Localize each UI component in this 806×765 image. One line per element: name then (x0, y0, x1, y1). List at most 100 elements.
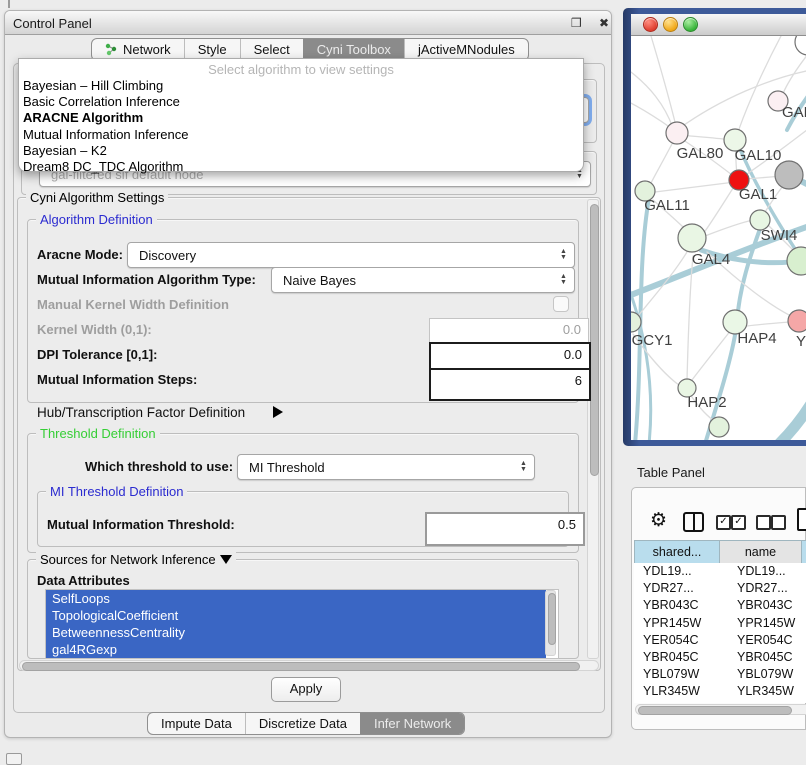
table-row[interactable]: YBR045C YBR045C 9. (634, 649, 806, 666)
table-columns-icon[interactable] (683, 512, 704, 532)
dropdown-item[interactable]: Bayesian – Hill Climbing (19, 78, 583, 94)
data-attribute-item[interactable]: gal4RGexp (46, 641, 546, 658)
network-graph[interactable]: GAL80GAL10GALGAL1GAL11SWI4GAL4GCY1HAP4YH… (631, 36, 806, 440)
network-edge[interactable] (631, 100, 671, 128)
dropdown-item[interactable]: ARACNE Algorithm (19, 110, 583, 126)
table-settings-gear-icon[interactable]: ⚙ (650, 509, 667, 532)
node-label: GAL1 (739, 186, 777, 203)
tab-infer-network[interactable]: Infer Network (360, 713, 464, 734)
network-window-titlebar[interactable] (631, 14, 806, 36)
network-edge[interactable] (705, 220, 753, 236)
node-unlabeled-top-right[interactable] (795, 36, 806, 55)
aracne-mode-label: Aracne Mode: (37, 247, 123, 262)
node-label: GAL11 (644, 197, 690, 214)
zoom-traffic-light[interactable] (683, 17, 698, 32)
minimize-traffic-light[interactable] (663, 17, 678, 32)
node-label: HAP2 (687, 394, 726, 411)
node-label: HAP4 (737, 330, 776, 347)
node-gal4[interactable] (678, 224, 706, 252)
kernel-width-label: Kernel Width (0,1): (37, 322, 152, 337)
network-canvas[interactable]: GAL80GAL10GALGAL1GAL11SWI4GAL4GCY1HAP4YH… (631, 36, 806, 440)
close-traffic-light[interactable] (643, 17, 658, 32)
float-window-icon[interactable]: ❒ (571, 17, 582, 29)
network-edge[interactable] (655, 182, 735, 192)
node-bottom-green[interactable] (709, 417, 729, 437)
which-threshold-combo[interactable]: MI Threshold ▲▼ (237, 454, 535, 480)
table-row[interactable]: YPR145W YPR145W 9. (634, 615, 806, 632)
table-row[interactable]: YER054C YER054C 8. (634, 632, 806, 649)
apply-button[interactable]: Apply (271, 677, 341, 702)
node-gray[interactable] (775, 161, 803, 189)
data-attribute-item[interactable]: BetweennessCentrality (46, 624, 546, 641)
table-panel: ⚙ ✓ ✓ shared... name A YDL19... YDL19...… (631, 487, 806, 730)
column-header-extra[interactable]: A (802, 540, 806, 564)
mi-algorithm-type-combo[interactable]: Naive Bayes ▲▼ (271, 267, 575, 293)
table-row[interactable]: YBL079W YBL079W (634, 666, 806, 683)
dropdown-item[interactable]: Bayesian – K2 (19, 143, 583, 159)
top-left-handle (8, 0, 10, 8)
network-edge[interactable] (738, 36, 781, 132)
table-row[interactable]: YIL052C YIL052C 9 (634, 701, 806, 704)
dropdown-item[interactable]: Basic Correlation Inference (19, 94, 583, 110)
data-attributes-list[interactable]: SelfLoops TopologicalCoefficient Between… (45, 589, 559, 659)
settings-vscrollbar-thumb[interactable] (590, 204, 599, 476)
table-hscrollbar-thumb[interactable] (638, 706, 792, 715)
data-attribute-item[interactable]: SelfLoops (46, 590, 546, 607)
settings-hscrollbar[interactable] (19, 660, 599, 671)
settings-hscrollbar-thumb[interactable] (22, 662, 580, 671)
dropdown-prompt: Select algorithm to view settings (19, 59, 583, 78)
column-header-name[interactable]: name (720, 540, 802, 564)
data-attribute-item[interactable]: TopologicalCoefficient (46, 607, 546, 624)
mi-threshold-definition-title: MI Threshold Definition (46, 484, 187, 499)
table-row[interactable]: YDL19... YDL19... 13 (634, 563, 806, 580)
manual-kernel-width-label: Manual Kernel Width Definition (37, 297, 229, 312)
tab-select[interactable]: Select (240, 39, 303, 60)
settings-vscrollbar[interactable] (587, 199, 599, 659)
new-table-icon[interactable] (797, 508, 806, 531)
table-header: shared... name A (634, 540, 806, 564)
sources-collapse-icon[interactable] (220, 555, 232, 564)
close-icon[interactable]: ✖ (599, 17, 609, 29)
data-attributes-label: Data Attributes (37, 573, 130, 588)
tab-style[interactable]: Style (184, 39, 240, 60)
aracne-mode-combo[interactable]: Discovery ▲▼ (127, 242, 575, 268)
tab-cyni-toolbox[interactable]: Cyni Toolbox (303, 39, 404, 60)
network-edge[interactable] (779, 392, 806, 440)
network-window[interactable]: GAL80GAL10GALGAL1GAL11SWI4GAL4GCY1HAP4YH… (623, 8, 806, 446)
table-row[interactable]: YDR27... YDR27... 12 (634, 580, 806, 597)
minimized-panel-icon[interactable] (6, 753, 22, 765)
node-label: GAL4 (692, 251, 730, 268)
table-row[interactable]: YBR043C YBR043C (634, 597, 806, 614)
mi-threshold-field[interactable]: 0.5 (425, 512, 585, 546)
tab-discretize-data[interactable]: Discretize Data (245, 713, 360, 734)
unchecked-checkbox-icon-1[interactable] (756, 515, 771, 530)
combo-arrows-icon: ▲▼ (557, 274, 570, 286)
hub-definition-label[interactable]: Hub/Transcription Factor Definition (37, 405, 245, 420)
algorithm-definition-title: Algorithm Definition (36, 212, 157, 227)
table-row[interactable]: YLR345W YLR345W 9. (634, 683, 806, 700)
mi-steps-field[interactable]: 6 (429, 368, 591, 401)
tab-impute-data[interactable]: Impute Data (148, 713, 245, 734)
table-body[interactable]: YDL19... YDL19... 13 YDR27... YDR27... 1… (634, 563, 806, 703)
checked-checkbox-icon-2[interactable]: ✓ (731, 515, 746, 530)
mi-steps-label: Mutual Information Steps: (37, 372, 197, 387)
network-edge[interactable] (747, 322, 789, 326)
dropdown-item[interactable]: Mutual Information Inference (19, 127, 583, 143)
column-header-shared-name[interactable]: shared... (634, 540, 720, 564)
node-right-green[interactable] (787, 247, 806, 275)
node-salmon[interactable] (788, 310, 806, 332)
manual-kernel-width-checkbox[interactable] (553, 296, 569, 312)
network-edge[interactable] (631, 66, 673, 128)
network-edge[interactable] (651, 36, 676, 126)
checked-checkbox-icon-1[interactable]: ✓ (716, 515, 731, 530)
control-panel-titlebar[interactable]: Control Panel ❒ ✖ (5, 11, 611, 35)
hub-expand-icon[interactable] (273, 406, 283, 418)
attributes-vscrollbar[interactable] (545, 590, 556, 656)
tab-network[interactable]: Network (92, 39, 184, 60)
tab-jactivemnodules[interactable]: jActiveMNodules (404, 39, 528, 60)
unchecked-checkbox-icon-2[interactable] (771, 515, 786, 530)
dropdown-item[interactable]: Dream8 DC_TDC Algorithm (19, 159, 583, 175)
table-hscrollbar[interactable] (635, 704, 806, 715)
attributes-vscrollbar-thumb[interactable] (548, 593, 556, 645)
node-gal80[interactable] (666, 122, 688, 144)
